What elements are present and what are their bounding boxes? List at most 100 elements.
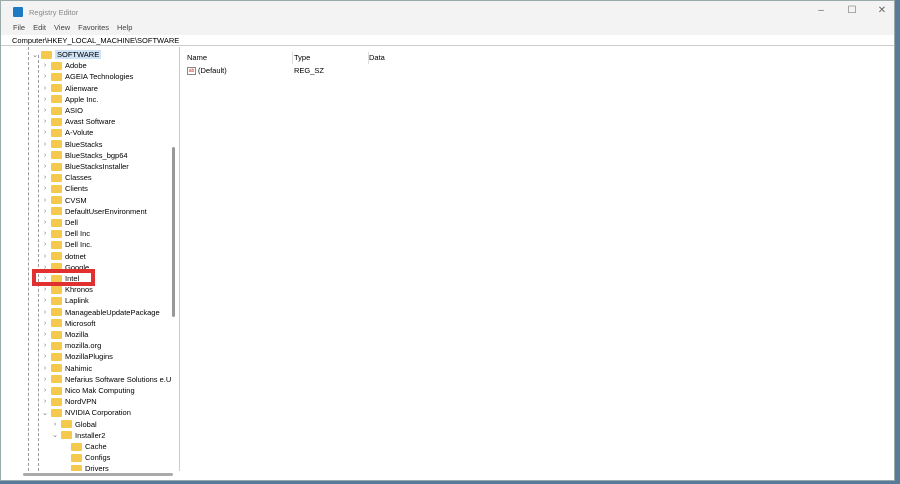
chevron-right-icon[interactable]: › [41, 152, 49, 159]
tree-item-dell-inc-[interactable]: › Dell Inc. [41, 239, 92, 250]
tree-item-bluestacks[interactable]: › BlueStacks [41, 139, 103, 150]
menu-file[interactable]: File [13, 23, 25, 35]
chevron-right-icon[interactable]: › [41, 185, 49, 192]
maximize-button[interactable]: ☐ [837, 5, 867, 16]
chevron-right-icon[interactable]: › [41, 96, 49, 103]
menu-edit[interactable]: Edit [33, 23, 46, 35]
tree-item-cvsm[interactable]: › CVSM [41, 195, 87, 206]
tree-item-label: Avast Software [65, 117, 116, 127]
tree-item-global[interactable]: › Global [51, 419, 97, 430]
tree-item-label: Apple Inc. [65, 94, 99, 104]
tree-horizontal-scrollbar[interactable] [23, 473, 173, 476]
column-header-type[interactable]: Type [294, 52, 369, 64]
chevron-right-icon[interactable]: › [41, 62, 49, 69]
chevron-right-icon[interactable]: › [41, 353, 49, 360]
chevron-right-icon[interactable]: › [41, 331, 49, 338]
chevron-down-icon[interactable]: ⌄ [41, 409, 49, 417]
chevron-right-icon[interactable]: › [41, 129, 49, 136]
column-header-name[interactable]: Name [187, 52, 293, 64]
tree-item-manageableupdatepackage[interactable]: › ManageableUpdatePackage [41, 307, 160, 318]
tree-item-bluestacks-bgp64[interactable]: › BlueStacks_bgp64 [41, 150, 128, 161]
tree-item-mozilla[interactable]: › Mozilla [41, 329, 89, 340]
chevron-right-icon[interactable]: › [41, 163, 49, 170]
folder-icon [51, 72, 62, 81]
folder-icon [51, 128, 62, 137]
chevron-right-icon[interactable]: › [41, 297, 49, 304]
tree-item-nahimic[interactable]: › Nahimic [41, 363, 92, 374]
tree-item-label: Adobe [65, 61, 87, 71]
tree-item-nordvpn[interactable]: › NordVPN [41, 396, 97, 407]
chevron-right-icon[interactable]: › [41, 107, 49, 114]
tree-item-nefarius-software-solutions-e-u[interactable]: › Nefarius Software Solutions e.U [41, 374, 171, 385]
folder-icon [51, 352, 62, 361]
chevron-down-icon[interactable]: ⌄ [51, 431, 59, 439]
tree-item-label: ManageableUpdatePackage [65, 307, 160, 317]
chevron-right-icon[interactable]: › [41, 208, 49, 215]
menu-help[interactable]: Help [117, 23, 132, 35]
chevron-down-icon[interactable]: ⌄ [31, 51, 39, 59]
tree-item-classes[interactable]: › Classes [41, 172, 92, 183]
tree-item-ageia-technologies[interactable]: › AGEIA Technologies [41, 71, 133, 82]
registry-editor-window: Registry Editor – ☐ ✕ File Edit View Fav… [0, 0, 895, 481]
chevron-right-icon[interactable]: › [41, 73, 49, 80]
tree-item-software[interactable]: ⌄ SOFTWARE [31, 49, 102, 60]
chevron-right-icon[interactable]: › [41, 286, 49, 293]
tree-item-cache[interactable]: Cache [61, 441, 107, 452]
chevron-right-icon[interactable]: › [41, 197, 49, 204]
chevron-right-icon[interactable]: › [41, 230, 49, 237]
tree-vertical-scrollbar[interactable] [172, 147, 175, 317]
tree-item-a-volute[interactable]: › A-Volute [41, 127, 94, 138]
tree-item-drivers[interactable]: Drivers [61, 463, 109, 471]
tree-item-nvidia-corporation[interactable]: ⌄ NVIDIA Corporation [41, 407, 131, 418]
tree-item-dell[interactable]: › Dell [41, 217, 78, 228]
chevron-right-icon[interactable]: › [41, 219, 49, 226]
folder-icon [51, 95, 62, 104]
column-header-data[interactable]: Data [369, 52, 449, 64]
values-pane[interactable]: Name Type Data ab (Default) REG_SZ [181, 47, 894, 480]
tree-item-nico-mak-computing[interactable]: › Nico Mak Computing [41, 385, 135, 396]
chevron-right-icon[interactable]: › [41, 141, 49, 148]
chevron-right-icon[interactable]: › [41, 241, 49, 248]
menu-favorites[interactable]: Favorites [78, 23, 109, 35]
chevron-right-icon[interactable]: › [41, 365, 49, 372]
chevron-right-icon[interactable]: › [41, 174, 49, 181]
chevron-right-icon[interactable]: › [41, 320, 49, 327]
chevron-right-icon[interactable]: › [41, 253, 49, 260]
registry-editor-icon [13, 7, 23, 17]
chevron-right-icon[interactable]: › [41, 398, 49, 405]
tree-item-avast-software[interactable]: › Avast Software [41, 116, 115, 127]
tree-item-label: SOFTWARE [55, 50, 102, 59]
address-bar[interactable]: Computer\HKEY_LOCAL_MACHINE\SOFTWARE [1, 35, 894, 46]
tree-item-defaultuserenvironment[interactable]: › DefaultUserEnvironment [41, 206, 147, 217]
tree-item-bluestacksinstaller[interactable]: › BlueStacksInstaller [41, 161, 129, 172]
minimize-button[interactable]: – [806, 5, 836, 16]
tree-item-configs[interactable]: Configs [61, 452, 110, 463]
tree-item-alienware[interactable]: › Alienware [41, 83, 98, 94]
tree-item-asio[interactable]: › ASIO [41, 105, 83, 116]
tree-item-dell-inc[interactable]: › Dell Inc [41, 228, 90, 239]
tree-item-laplink[interactable]: › Laplink [41, 295, 89, 306]
tree-item-adobe[interactable]: › Adobe [41, 60, 87, 71]
tree-item-apple-inc-[interactable]: › Apple Inc. [41, 94, 99, 105]
chevron-right-icon[interactable]: › [51, 421, 59, 428]
tree-item-label: Drivers [85, 464, 109, 471]
chevron-right-icon[interactable]: › [41, 376, 49, 383]
chevron-right-icon[interactable]: › [41, 309, 49, 316]
chevron-right-icon[interactable]: › [41, 85, 49, 92]
tree-item-label: Khronos [65, 285, 93, 295]
tree-item-label: ASIO [65, 106, 83, 115]
tree-item-dotnet[interactable]: › dotnet [41, 251, 86, 262]
tree-item-microsoft[interactable]: › Microsoft [41, 318, 96, 329]
tree-item-mozillaplugins[interactable]: › MozillaPlugins [41, 351, 113, 362]
tree-item-mozilla-org[interactable]: › mozilla.org [41, 340, 101, 351]
chevron-right-icon[interactable]: › [41, 387, 49, 394]
value-name: (Default) [198, 66, 227, 75]
tree-item-installer2[interactable]: ⌄ Installer2 [51, 430, 105, 441]
menu-view[interactable]: View [54, 23, 70, 35]
close-button[interactable]: ✕ [867, 5, 897, 16]
chevron-right-icon[interactable]: › [41, 342, 49, 349]
tree-item-clients[interactable]: › Clients [41, 183, 88, 194]
chevron-right-icon[interactable]: › [41, 118, 49, 125]
value-row-default-name[interactable]: ab (Default) [187, 65, 227, 77]
key-tree[interactable]: ⌄ SOFTWARE › Adobe › AGEIA Technologies › Alien… [1, 47, 180, 471]
